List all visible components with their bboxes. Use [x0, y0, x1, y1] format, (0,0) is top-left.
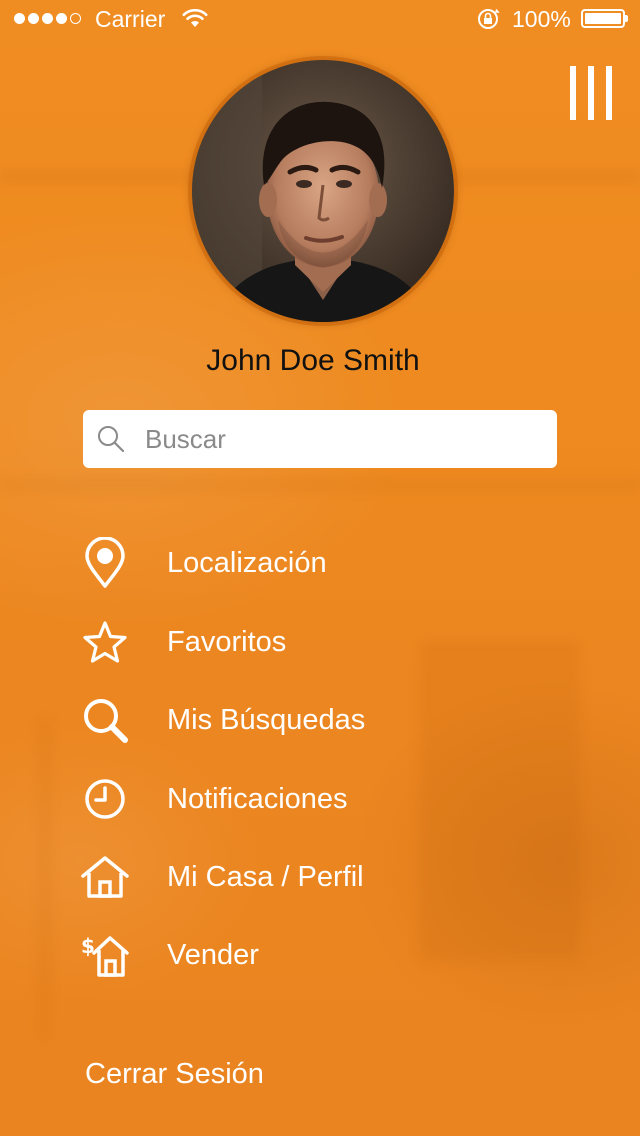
wifi-icon: [182, 8, 208, 35]
status-bar: Carrier 100%: [0, 0, 640, 40]
logout-button[interactable]: Cerrar Sesión: [85, 1058, 264, 1091]
magnifier-icon: [80, 695, 130, 745]
menu-item-favoritos[interactable]: Favoritos: [80, 612, 560, 672]
avatar[interactable]: [192, 60, 454, 322]
location-pin-icon: [80, 537, 130, 588]
menu-bar: [570, 66, 576, 120]
search-input[interactable]: [145, 418, 535, 460]
battery-percentage: 100%: [512, 6, 571, 32]
background-shape: [0, 480, 640, 490]
menu-item-notificaciones[interactable]: Notificaciones: [80, 769, 560, 829]
menu-item-vender[interactable]: $ Vender: [80, 925, 560, 985]
star-icon: [80, 617, 130, 667]
menu-item-label: Mis Búsquedas: [167, 703, 366, 736]
house-icon: [80, 852, 130, 902]
background-shape: [40, 720, 50, 1040]
menu-item-mis-busquedas[interactable]: Mis Búsquedas: [80, 690, 560, 750]
menu-item-label: Mi Casa / Perfil: [167, 860, 364, 893]
menu-item-label: Vender: [167, 938, 259, 971]
menu-item-mi-casa-perfil[interactable]: Mi Casa / Perfil: [80, 847, 560, 907]
search-bar[interactable]: [83, 410, 557, 468]
house-dollar-icon: $: [80, 930, 130, 980]
side-menu-screen: Carrier 100% John Doe Smith Buscar Local…: [0, 0, 640, 1136]
signal-strength-icon: [14, 13, 81, 24]
search-icon: [96, 424, 126, 459]
menu-item-label: Notificaciones: [167, 782, 348, 815]
menu-item-label: Localización: [167, 546, 327, 579]
menu-bar: [606, 66, 612, 120]
menu-toggle-button[interactable]: [570, 66, 612, 120]
clock-icon: [80, 774, 130, 824]
carrier-name: Carrier: [95, 6, 166, 32]
menu-item-localizacion[interactable]: Localización: [80, 533, 560, 593]
profile-photo: [192, 60, 454, 322]
svg-text:$: $: [81, 934, 95, 958]
menu-bar: [588, 66, 594, 120]
rotation-lock-icon: [476, 8, 500, 36]
battery-icon: [581, 9, 628, 28]
profile-name: John Doe Smith: [206, 344, 420, 377]
menu-item-label: Favoritos: [167, 625, 287, 658]
